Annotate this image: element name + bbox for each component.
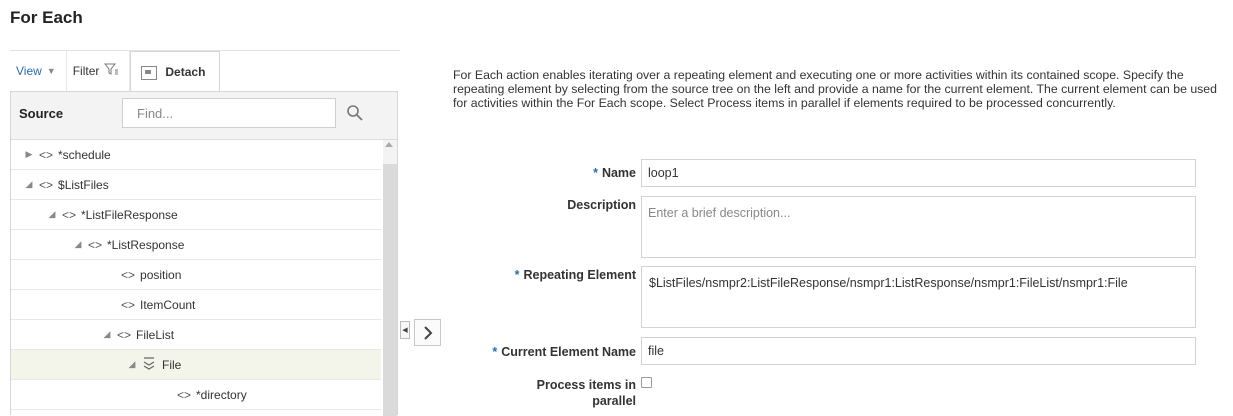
page-title: For Each [10, 8, 83, 27]
collapse-triangle-icon[interactable]: ◢ [101, 329, 113, 340]
required-marker: * [593, 166, 598, 180]
chevron-down-icon: ▼ [46, 66, 56, 76]
filter-icon [104, 63, 119, 79]
element-icon: <> [121, 267, 136, 282]
repeating-element-icon [142, 356, 156, 373]
tree-row-label: *schedule [58, 147, 111, 162]
collapse-triangle-icon[interactable]: ◢ [126, 359, 138, 370]
repeating-element-field[interactable]: $ListFiles/nsmpr2:ListFileResponse/nsmpr… [641, 266, 1196, 328]
source-label: Source [19, 106, 64, 121]
process-parallel-label: Process items in parallel [536, 378, 636, 408]
search-icon[interactable] [346, 104, 364, 122]
chevron-right-icon [423, 325, 432, 340]
element-icon: <> [117, 327, 132, 342]
current-element-name-field[interactable] [641, 337, 1196, 365]
tree-row[interactable]: ◢ <> FileList [11, 320, 381, 350]
detach-button[interactable]: Detach [130, 51, 221, 91]
tree-row-label: ItemCount [140, 297, 196, 312]
element-icon: <> [39, 177, 54, 192]
element-icon: <> [177, 387, 192, 402]
tree-row-label: $ListFiles [58, 177, 109, 192]
collapse-triangle-icon[interactable]: ◢ [46, 209, 58, 220]
tree-row[interactable]: ▶ <> *schedule [11, 140, 381, 170]
tree-scrollbar[interactable] [383, 140, 397, 416]
tree-row-label: File [162, 357, 182, 372]
tree-row-label: position [140, 267, 182, 282]
view-menu[interactable]: View ▼ [10, 51, 66, 91]
tree-row-selected[interactable]: ◢ File [11, 350, 381, 380]
filter-label: Filter [72, 64, 100, 78]
source-toolbar: View ▼ Filter Detach [10, 51, 221, 91]
element-icon: <> [62, 207, 77, 222]
required-marker: * [492, 345, 498, 359]
collapse-panel-handle[interactable]: ◀ [400, 321, 410, 339]
tree-row[interactable]: ◢ <> *ListResponse [11, 230, 381, 260]
element-icon: <> [39, 147, 54, 162]
tree-row-label: *ListFileResponse [81, 207, 178, 222]
source-tree: ▶ <> *schedule ◢ <> $ListFiles ◢ <> *Lis… [11, 140, 381, 410]
tree-row-label: *ListResponse [107, 237, 185, 252]
tree-row[interactable]: <> position [11, 260, 381, 290]
detach-label: Detach [165, 64, 206, 79]
find-input[interactable] [122, 98, 336, 128]
tree-row-label: *directory [196, 387, 247, 402]
name-field[interactable] [641, 159, 1196, 187]
detach-icon [141, 65, 158, 80]
description-field[interactable] [641, 196, 1196, 258]
tree-row-label: FileList [136, 327, 175, 342]
tree-row[interactable]: <> ItemCount [11, 290, 381, 320]
tree-row[interactable]: ◢ <> $ListFiles [11, 170, 381, 200]
source-header: Source [11, 92, 397, 140]
tree-row[interactable]: ◢ <> *ListFileResponse [11, 200, 381, 230]
element-icon: <> [88, 237, 103, 252]
required-marker: * [514, 268, 520, 282]
expand-triangle-icon[interactable]: ▶ [23, 149, 35, 160]
scroll-up-arrow-icon[interactable] [385, 142, 393, 147]
filter-button[interactable]: Filter [67, 51, 130, 91]
map-to-button[interactable] [414, 319, 441, 346]
description-label: Description [567, 198, 636, 212]
process-parallel-checkbox[interactable] [641, 377, 652, 388]
element-icon: <> [121, 297, 136, 312]
collapse-triangle-icon[interactable]: ◢ [23, 179, 35, 190]
instructions-text: For Each action enables iterating over a… [453, 68, 1217, 110]
repeating-element-label: * Repeating Element [514, 268, 636, 282]
name-label: * Name [593, 166, 636, 180]
view-label: View [16, 64, 42, 78]
scroll-thumb[interactable] [383, 164, 397, 416]
tree-row[interactable]: <> *directory [11, 380, 381, 410]
source-tree-panel: Source ▶ <> *schedule ◢ <> $ListFiles ◢ … [10, 91, 398, 416]
current-element-name-label: * Current Element Name [492, 345, 636, 359]
collapse-triangle-icon[interactable]: ◢ [72, 239, 84, 250]
